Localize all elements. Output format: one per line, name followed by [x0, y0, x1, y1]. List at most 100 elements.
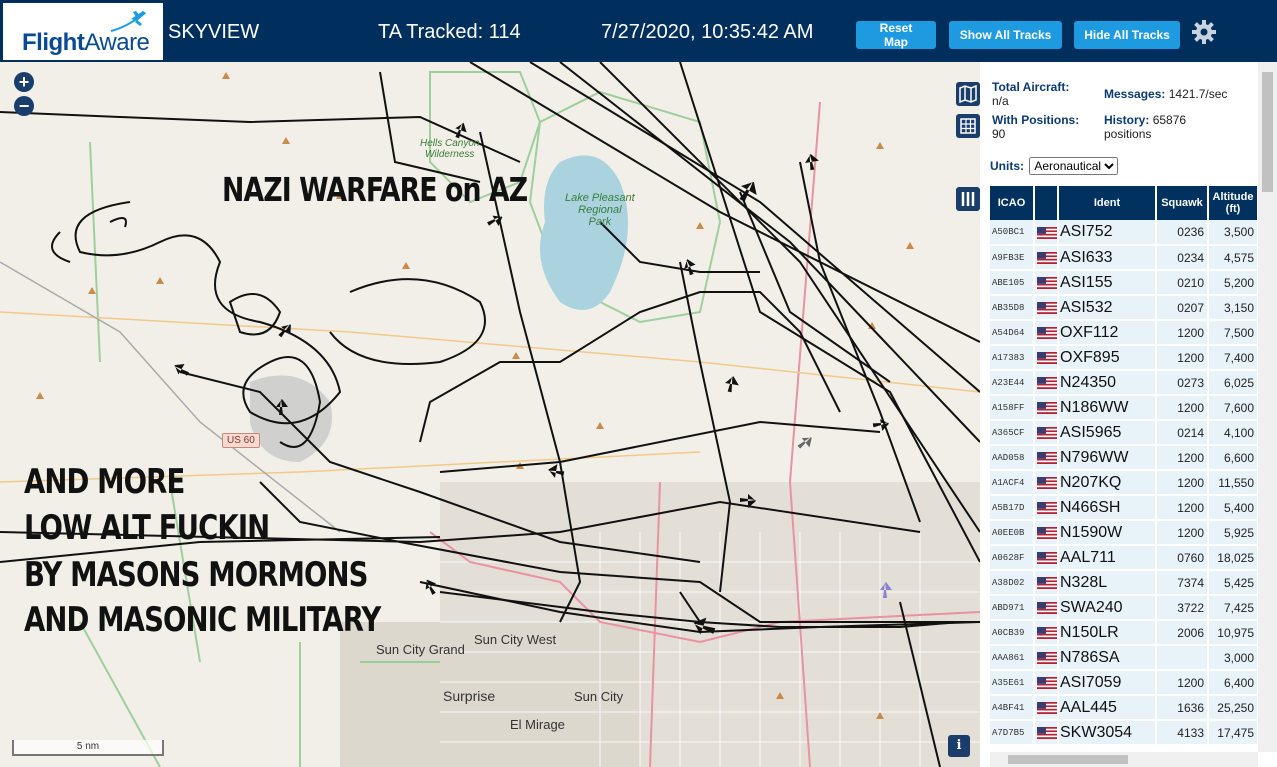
col-header-icao[interactable]: ICAO: [990, 186, 1035, 220]
cell-altitude: 4,100: [1208, 420, 1258, 446]
cell-squawk: 0207: [1156, 295, 1209, 321]
us-flag-icon: [1037, 226, 1056, 239]
us60-shield: US 60: [222, 433, 260, 448]
col-header-squawk[interactable]: Squawk: [1156, 186, 1209, 220]
cell-squawk: 1636: [1156, 695, 1209, 721]
table-row[interactable]: A54D64 OXF112 1200 7,500: [990, 320, 1258, 346]
grid-icon[interactable]: [956, 114, 980, 138]
units-label: Units:: [990, 159, 1024, 173]
us-flag-icon: [1037, 652, 1056, 665]
table-row[interactable]: ABD971 SWA240 3722 7,425: [990, 595, 1258, 621]
cell-squawk: 1200: [1156, 445, 1209, 471]
cell-flag: [1034, 695, 1059, 721]
table-row[interactable]: AAA861 N786SA 3,000: [990, 645, 1258, 671]
us-flag-icon: [1037, 577, 1056, 590]
table-row[interactable]: A365CF ASI5965 0214 4,100: [990, 420, 1258, 446]
table-row[interactable]: A9FB3E ASI633 0234 4,575: [990, 245, 1258, 271]
sidebar-panel: Total Aircraft: n/a Messages: 1421.7/sec…: [980, 62, 1277, 767]
table-row[interactable]: A50BC1 ASI752 0236 3,500: [990, 220, 1258, 246]
table-row[interactable]: A0CB39 N150LR 2006 10,975: [990, 620, 1258, 646]
table-row[interactable]: A0628F AAL711 0760 18,025: [990, 545, 1258, 571]
cell-squawk: 1200: [1156, 320, 1209, 346]
cell-ident: N786SA: [1058, 645, 1157, 671]
header-bar: FlightAware SKYVIEW TA Tracked: 114 7/27…: [0, 0, 1277, 62]
table-row[interactable]: A23E44 N24350 0273 6,025: [990, 370, 1258, 396]
show-all-tracks-button[interactable]: Show All Tracks: [949, 21, 1062, 49]
table-row[interactable]: A1ACF4 N207KQ 1200 11,550: [990, 470, 1258, 496]
col-header-altitude[interactable]: Altitude (ft): [1208, 186, 1258, 220]
cell-flag: [1034, 395, 1059, 421]
info-icon[interactable]: i: [948, 735, 970, 757]
cell-icao: ABE105: [990, 270, 1035, 296]
zoom-out-button[interactable]: −: [14, 96, 34, 116]
cell-ident: ASI532: [1058, 295, 1157, 321]
scrollbar-thumb[interactable]: [1008, 755, 1128, 764]
cell-altitude: 7,600: [1208, 395, 1258, 421]
table-row[interactable]: AAD058 N796WW 1200 6,600: [990, 445, 1258, 471]
table-row[interactable]: A5B17D N466SH 1200 5,400: [990, 495, 1258, 521]
cell-ident: N466SH: [1058, 495, 1157, 521]
cell-flag: [1034, 720, 1059, 746]
cell-squawk: 0234: [1156, 245, 1209, 271]
reset-map-button[interactable]: Reset Map: [856, 21, 936, 49]
cell-ident: N207KQ: [1058, 470, 1157, 496]
table-row[interactable]: A0EE0B N1590W 1200 5,925: [990, 520, 1258, 546]
cell-icao: A7D7B5: [990, 720, 1035, 746]
cell-squawk: 4133: [1156, 720, 1209, 746]
cell-icao: A0628F: [990, 545, 1035, 571]
cell-icao: A54D64: [990, 320, 1035, 346]
hide-all-tracks-button[interactable]: Hide All Tracks: [1074, 21, 1180, 49]
table-row[interactable]: A7D7B5 SKW3054 4133 17,475: [990, 720, 1258, 746]
table-row[interactable]: A4BF41 AAL445 1636 25,250: [990, 695, 1258, 721]
flightaware-logo[interactable]: FlightAware: [3, 3, 163, 60]
vertical-scrollbar[interactable]: [1258, 62, 1277, 752]
map-label-sun-city: Sun City: [574, 689, 624, 704]
table-row[interactable]: A17383 OXF895 1200 7,400: [990, 345, 1258, 371]
cell-ident: OXF895: [1058, 345, 1157, 371]
overlay-text-line: LOW ALT FUCKIN: [24, 508, 270, 548]
table-row[interactable]: ABE105 ASI155 0210 5,200: [990, 270, 1258, 296]
cell-ident: N24350: [1058, 370, 1157, 396]
zoom-in-button[interactable]: +: [14, 72, 34, 92]
map-layers-icon[interactable]: [956, 82, 980, 106]
cell-altitude: 18,025: [1208, 545, 1258, 571]
scrollbar-thumb[interactable]: [1262, 72, 1273, 192]
gear-icon[interactable]: [1190, 18, 1218, 46]
columns-icon[interactable]: [956, 187, 980, 211]
us-flag-icon: [1037, 327, 1056, 340]
cell-altitude: 10,975: [1208, 620, 1258, 646]
units-select[interactable]: Aeronautical: [1029, 157, 1119, 175]
cell-flag: [1034, 570, 1059, 596]
with-positions-stat: With Positions: 90: [992, 113, 1080, 141]
cell-icao: ABD971: [990, 595, 1035, 621]
cell-icao: A1ACF4: [990, 470, 1035, 496]
cell-altitude: 5,925: [1208, 520, 1258, 546]
cell-altitude: 7,400: [1208, 345, 1258, 371]
cell-flag: [1034, 520, 1059, 546]
table-row[interactable]: A38D02 N328L 7374 5,425: [990, 570, 1258, 596]
table-row[interactable]: AB35D8 ASI532 0207 3,150: [990, 295, 1258, 321]
map-label-sun-city-west: Sun City West: [474, 632, 557, 647]
cell-altitude: 6,025: [1208, 370, 1258, 396]
table-row[interactable]: A35E61 ASI7059 1200 6,400: [990, 670, 1258, 696]
cell-ident: AAL445: [1058, 695, 1157, 721]
cell-squawk: 1200: [1156, 470, 1209, 496]
us-flag-icon: [1037, 452, 1056, 465]
horizontal-scrollbar[interactable]: [990, 752, 1258, 767]
us-flag-icon: [1037, 527, 1056, 540]
cell-ident: ASI7059: [1058, 670, 1157, 696]
cell-flag: [1034, 320, 1059, 346]
col-header-ident[interactable]: Ident: [1058, 186, 1157, 220]
map-view[interactable]: Hells Canyon Wilderness Lake Pleasant Regi…: [0, 62, 980, 767]
us-flag-icon: [1037, 377, 1056, 390]
messages-stat: Messages: 1421.7/sec: [1104, 87, 1228, 101]
cell-altitude: 3,000: [1208, 645, 1258, 671]
col-header-flag[interactable]: [1034, 186, 1059, 220]
cell-altitude: 6,600: [1208, 445, 1258, 471]
cell-squawk: 1200: [1156, 395, 1209, 421]
total-aircraft-stat: Total Aircraft: n/a: [992, 80, 1070, 108]
us-flag-icon: [1037, 477, 1056, 490]
logo-text: FlightAware: [22, 29, 150, 56]
table-header-row: ICAO Ident Squawk Altitude (ft): [990, 186, 1258, 220]
table-row[interactable]: A158FF N186WW 1200 7,600: [990, 395, 1258, 421]
